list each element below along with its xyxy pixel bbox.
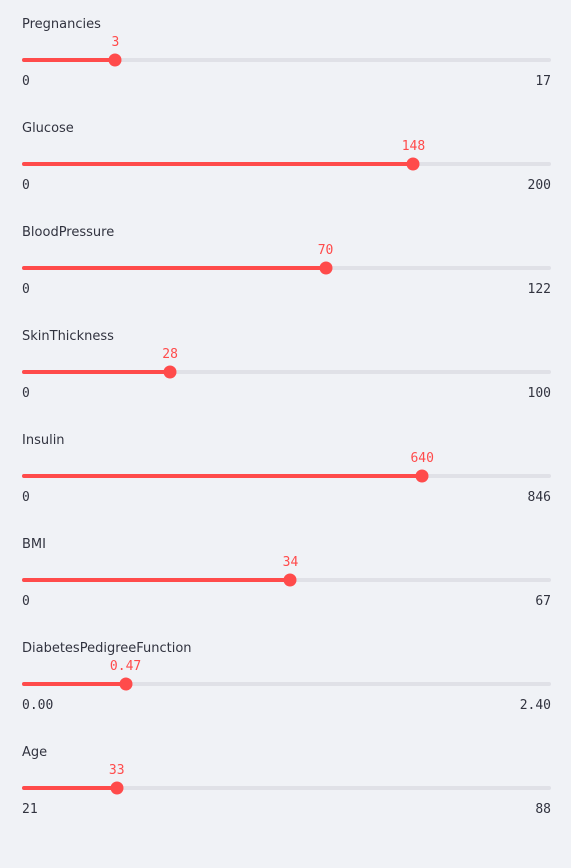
slider-value: 34 (282, 555, 299, 570)
slider-value: 33 (108, 763, 125, 778)
slider-bmi: BMI 34 0 67 (22, 536, 551, 640)
slider-max: 122 (527, 282, 551, 297)
slider-max: 67 (535, 594, 551, 609)
slider-thumb[interactable] (283, 573, 297, 587)
slider-thumb[interactable] (110, 781, 124, 795)
slider-max: 846 (527, 490, 551, 505)
slider-track-fill (22, 474, 423, 478)
slider-value: 0.47 (109, 659, 142, 674)
slider-track[interactable] (22, 573, 551, 587)
slider-track[interactable] (22, 677, 551, 691)
slider-thumb[interactable] (119, 677, 133, 691)
slider-label: Insulin (22, 433, 65, 448)
slider-label: DiabetesPedigreeFunction (22, 641, 192, 656)
slider-max: 17 (535, 74, 551, 89)
slider-skinthickness: SkinThickness 28 0 100 (22, 328, 551, 432)
slider-bloodpressure: BloodPressure 70 0 122 (22, 224, 551, 328)
slider-age: Age 33 21 88 (22, 744, 551, 848)
slider-label: Pregnancies (22, 17, 101, 32)
slider-insulin: Insulin 640 0 846 (22, 432, 551, 536)
slider-value: 640 (410, 451, 434, 466)
slider-min: 0 (22, 178, 30, 193)
slider-track[interactable] (22, 261, 551, 275)
slider-min: 0.00 (22, 698, 54, 713)
slider-thumb[interactable] (415, 469, 429, 483)
slider-pregnancies: Pregnancies 3 0 17 (22, 16, 551, 120)
slider-track-fill (22, 682, 126, 686)
slider-min: 0 (22, 490, 30, 505)
slider-track[interactable] (22, 781, 551, 795)
slider-thumb[interactable] (108, 53, 122, 67)
slider-value: 28 (162, 347, 178, 362)
slider-value: 70 (317, 243, 334, 258)
slider-value: 148 (401, 139, 426, 154)
slider-track-fill (22, 578, 291, 582)
slider-track-fill (22, 370, 171, 374)
slider-track-fill (22, 162, 414, 166)
slider-track[interactable] (22, 53, 551, 67)
slider-track-fill (22, 786, 117, 790)
slider-track-fill (22, 58, 116, 62)
slider-thumb[interactable] (319, 261, 333, 275)
slider-label: BMI (22, 537, 46, 552)
slider-min: 0 (22, 74, 30, 89)
slider-label: Glucose (22, 121, 74, 136)
slider-min: 0 (22, 594, 30, 609)
slider-value: 3 (111, 35, 120, 50)
slider-track-fill (22, 266, 326, 270)
slider-diabetespedigreefunction: DiabetesPedigreeFunction 0.47 0.00 2.40 (22, 640, 551, 744)
slider-glucose: Glucose 148 0 200 (22, 120, 551, 224)
slider-min: 0 (22, 282, 30, 297)
slider-min: 21 (22, 802, 38, 817)
slider-thumb[interactable] (163, 365, 177, 379)
slider-min: 0 (22, 386, 30, 401)
slider-max: 2.40 (519, 698, 551, 713)
slider-track[interactable] (22, 469, 551, 483)
slider-track[interactable] (22, 365, 551, 379)
slider-label: BloodPressure (22, 225, 115, 240)
slider-max: 88 (535, 802, 551, 817)
slider-label: SkinThickness (22, 329, 114, 344)
slider-thumb[interactable] (406, 157, 420, 171)
slider-label: Age (22, 745, 48, 760)
slider-max: 200 (527, 178, 551, 193)
slider-track[interactable] (22, 157, 551, 171)
slider-max: 100 (527, 386, 551, 401)
